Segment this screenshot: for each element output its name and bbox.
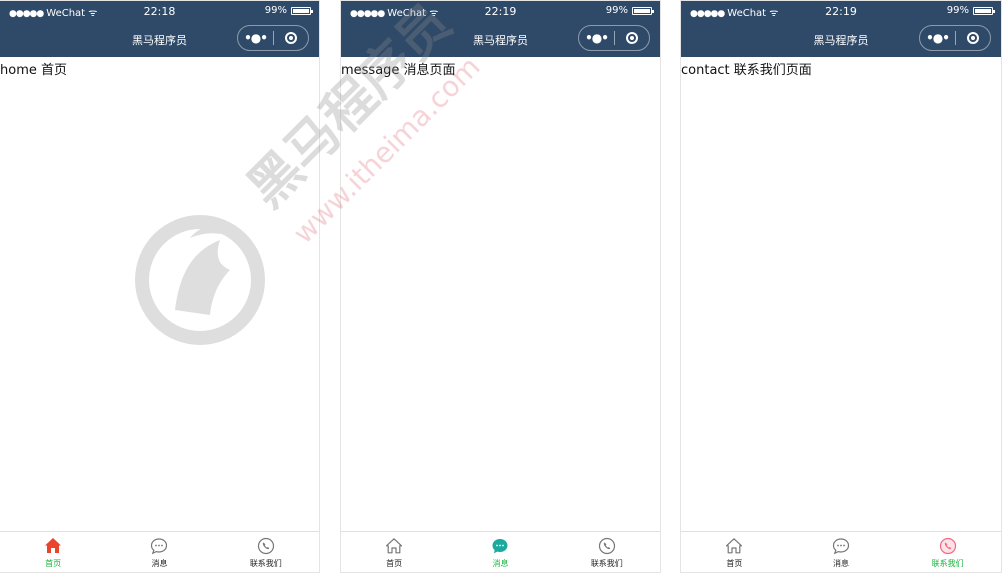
tab-label-message: 消息 [833, 559, 849, 568]
tab-label-contact: 联系我们 [931, 559, 964, 568]
tab-label-contact: 联系我们 [590, 559, 623, 568]
tab-label-contact: 联系我们 [249, 559, 282, 568]
status-bar: ●●●●● WeChat ᯤ 22:19 99% [341, 1, 660, 23]
nav-bar: ●●●●● WeChat ᯤ 22:18 99% 黑马程序员 •●• [0, 1, 319, 57]
tab-bar: 首页 消息 联系我们 [341, 531, 660, 572]
page-content-text: message 消息页面 [341, 63, 456, 78]
message-icon [832, 538, 850, 555]
close-button[interactable] [615, 32, 649, 44]
close-target-icon [966, 32, 979, 44]
message-icon [151, 538, 168, 555]
tab-message[interactable]: 消息 [106, 532, 212, 572]
capsule-menu: •●• [578, 25, 650, 51]
tab-label-home: 首页 [45, 559, 62, 568]
tab-contact[interactable]: 联系我们 [554, 532, 660, 572]
phone-contact: ●●●●● WeChat ᯤ 22:19 99% 黑马程序员 •●• contac… [680, 0, 1002, 573]
close-button[interactable] [274, 32, 308, 44]
tab-contact[interactable]: 联系我们 [894, 532, 1001, 572]
tab-message[interactable]: 消息 [788, 532, 895, 572]
capsule-menu: •●• [237, 25, 309, 51]
capsule-menu: •●• [919, 25, 991, 51]
page-content-text: contact 联系我们页面 [681, 63, 812, 78]
tab-bar: 首页 消息 联系我们 [681, 531, 1001, 572]
battery-icon [632, 6, 654, 15]
battery: 99% [946, 5, 995, 16]
battery-icon [973, 6, 995, 15]
page-content-text: home 首页 [0, 63, 67, 78]
tab-contact[interactable]: 联系我们 [213, 532, 319, 572]
tab-home[interactable]: 首页 [0, 532, 106, 572]
status-bar: ●●●●● WeChat ᯤ 22:19 99% [681, 1, 1001, 23]
tab-label-home: 首页 [386, 559, 403, 568]
more-button[interactable]: •●• [579, 26, 614, 50]
tab-home[interactable]: 首页 [341, 532, 447, 572]
home-icon [45, 538, 62, 553]
tab-message[interactable]: 消息 [447, 532, 553, 572]
battery: 99% [605, 5, 654, 16]
screen: ●●●●● WeChat ᯤ 22:18 99% 黑马程序员 •●• home 首… [0, 0, 1002, 575]
close-target-icon [284, 32, 297, 44]
nav-bar: ●●●●● WeChat ᯤ 22:19 99% 黑马程序员 •●• [681, 1, 1001, 57]
phone-message: ●●●●● WeChat ᯤ 22:19 99% 黑马程序员 •●• messag… [340, 0, 661, 573]
more-button[interactable]: •●• [920, 26, 955, 50]
tab-label-home: 首页 [726, 559, 743, 568]
battery-percent: 99% [946, 5, 969, 16]
battery: 99% [264, 5, 313, 16]
more-button[interactable]: •●• [238, 26, 273, 50]
phone-icon [257, 537, 274, 555]
status-bar: ●●●●● WeChat ᯤ 22:18 99% [0, 1, 319, 23]
tab-home[interactable]: 首页 [681, 532, 788, 572]
phone-icon [598, 537, 615, 555]
close-target-icon [625, 32, 638, 44]
home-icon [726, 538, 743, 554]
phone-icon [939, 537, 956, 555]
battery-percent: 99% [264, 5, 287, 16]
close-button[interactable] [956, 32, 990, 44]
battery-icon [291, 6, 313, 15]
phone-home: ●●●●● WeChat ᯤ 22:18 99% 黑马程序员 •●• home 首… [0, 0, 320, 573]
tab-label-message: 消息 [151, 559, 168, 568]
battery-percent: 99% [605, 5, 628, 16]
tab-bar: 首页 消息 联系我们 [0, 531, 319, 572]
home-icon [386, 538, 403, 554]
nav-bar: ●●●●● WeChat ᯤ 22:19 99% 黑马程序员 •●• [341, 1, 660, 57]
message-icon [492, 539, 508, 554]
tab-label-message: 消息 [492, 559, 509, 568]
